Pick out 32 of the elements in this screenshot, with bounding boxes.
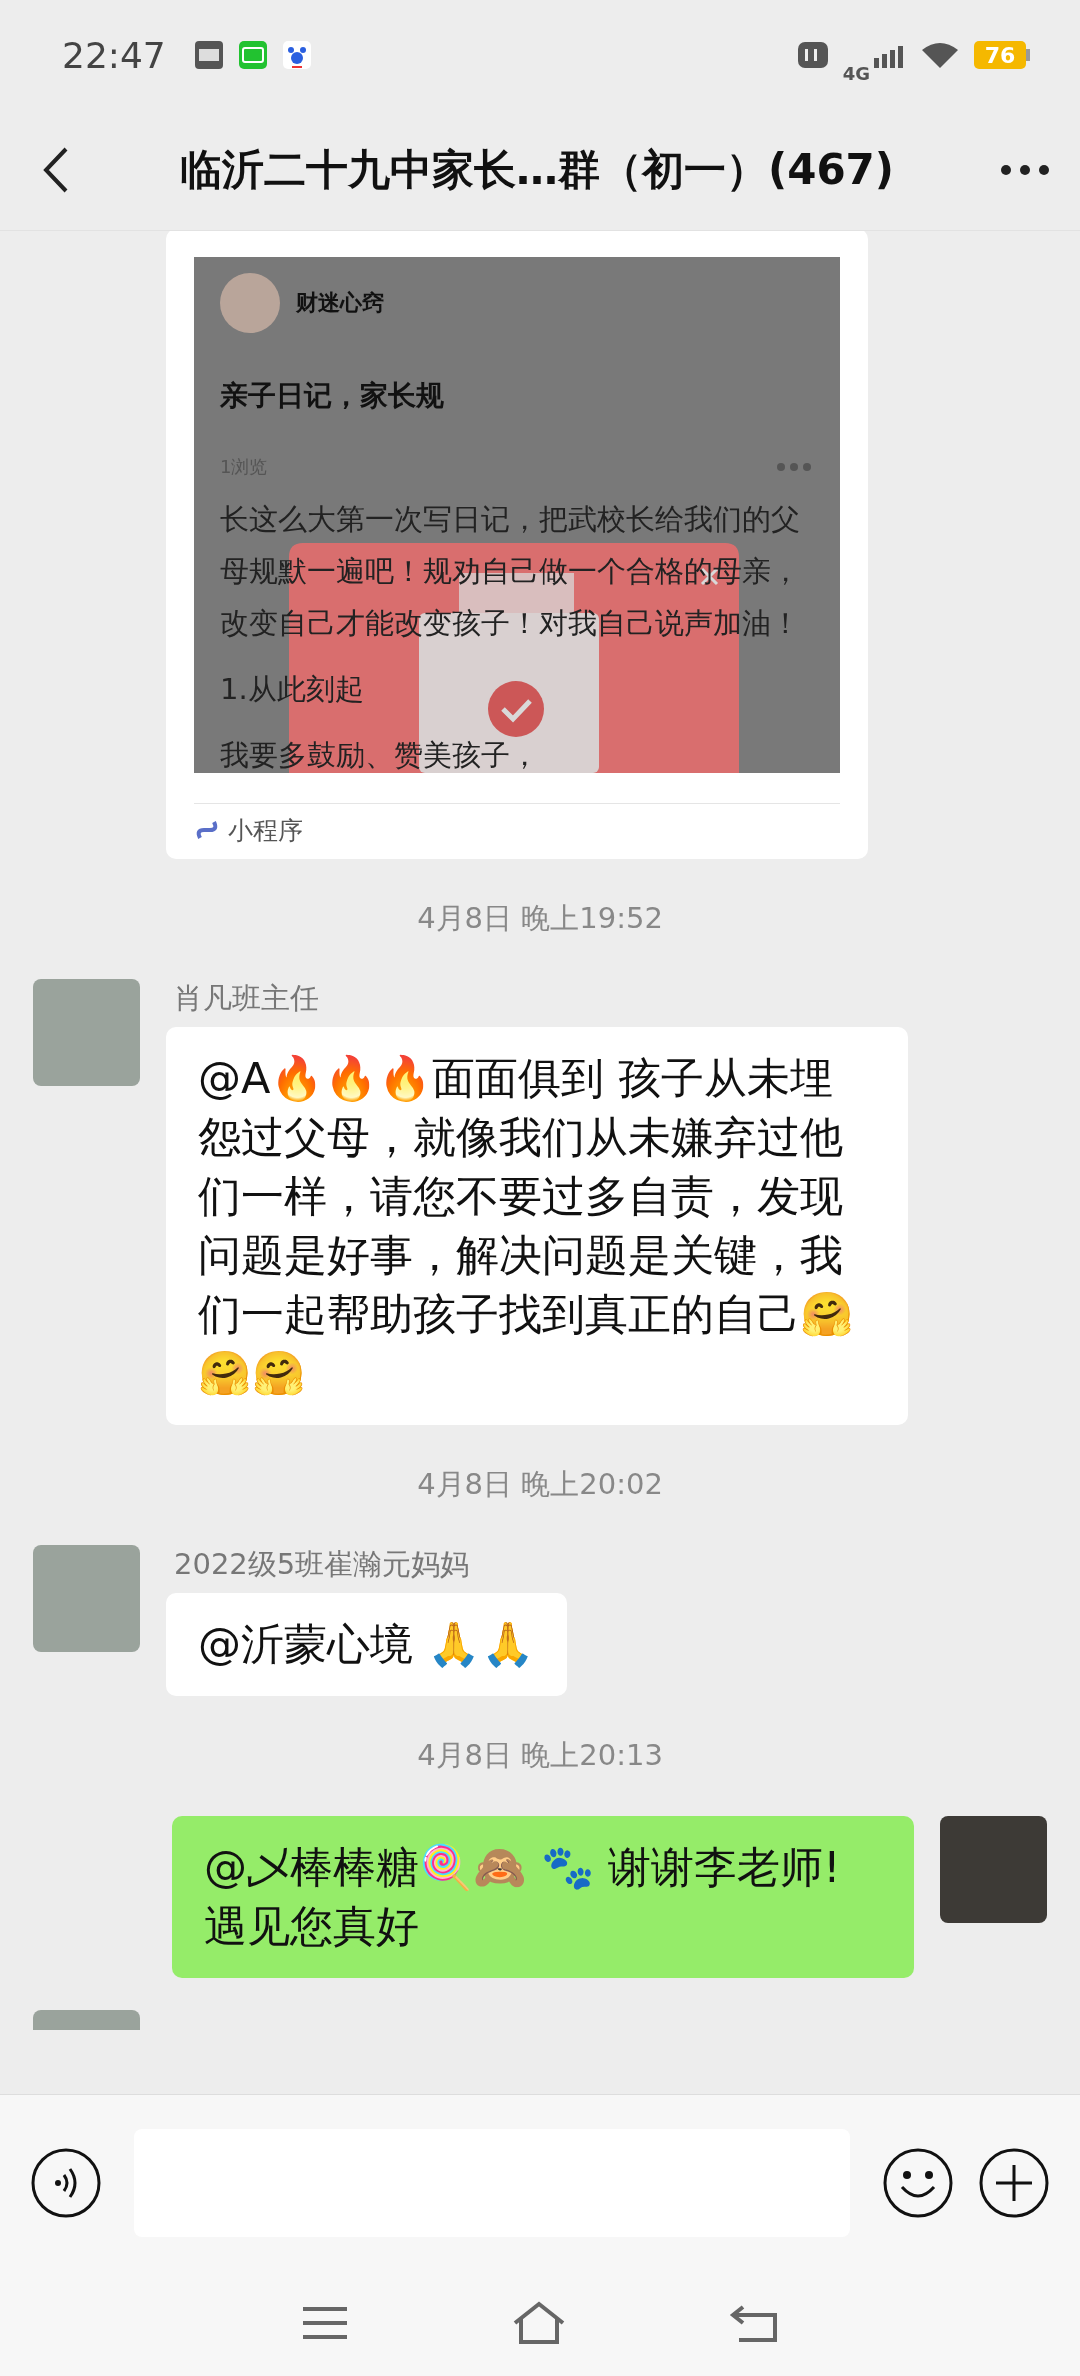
- video-app-icon: [237, 40, 268, 70]
- article-paragraph: 我要多鼓励、赞美孩子，: [220, 737, 540, 773]
- status-time: 22:47: [62, 34, 166, 76]
- mini-program-label: 小程序: [228, 815, 303, 847]
- author-name: 财迷心窍: [296, 289, 384, 317]
- wifi-icon: [920, 40, 960, 70]
- article-paragraph: 长这么大第一次写日记，把武校长给我们的父母规默一遍吧！规劝自己做一个合格的母亲，改变自己才能改变孩子！对我自己说声加油！: [220, 501, 801, 642]
- message-bubble[interactable]: @乄棒棒糖🍭🙈 🐾 谢谢李老师!遇见您真好: [172, 1816, 914, 1978]
- article-paragraph: 1.从此刻起: [220, 671, 365, 708]
- voice-icon[interactable]: [30, 2146, 102, 2219]
- back-nav-icon[interactable]: [729, 2303, 779, 2343]
- message-time: 4月8日 晚上20:13: [417, 1737, 663, 1774]
- network-type: 4G: [842, 62, 870, 84]
- article-title: 亲子日记，家长规: [220, 378, 445, 414]
- sender-name: 肖凡班主任: [173, 980, 320, 1017]
- message-bubble[interactable]: @A🔥🔥🔥面面俱到 孩子从未埋怨过父母，就像我们从未嫌弃过他们一样，请您不要过多自责，发现问题是好事，解决问题是关键，我们一起帮助孩子找到真正的自己🤗🤗🤗: [166, 1027, 908, 1425]
- message-time: 4月8日 晚上20:02: [417, 1466, 663, 1503]
- home-icon[interactable]: [511, 2301, 567, 2345]
- plus-icon[interactable]: [978, 2146, 1050, 2219]
- message-bubble[interactable]: @沂蒙心境 🙏🙏: [166, 1593, 567, 1696]
- author-avatar: [220, 273, 280, 333]
- emoji-icon[interactable]: [882, 2146, 954, 2219]
- menu-icon[interactable]: [301, 2305, 349, 2341]
- hd-icon: [796, 40, 829, 70]
- paw-app-icon: [281, 40, 312, 70]
- battery-level: 76: [984, 42, 1016, 68]
- more-icon: [776, 462, 812, 472]
- message-time: 4月8日 晚上19:52: [417, 900, 663, 937]
- more-icon[interactable]: [1000, 164, 1050, 176]
- news-app-icon: [193, 40, 224, 70]
- chat-title: 临沂二十九中家长…群（初一）(467): [178, 144, 896, 196]
- sender-name: 2022级5班崔瀚元妈妈: [173, 1546, 471, 1583]
